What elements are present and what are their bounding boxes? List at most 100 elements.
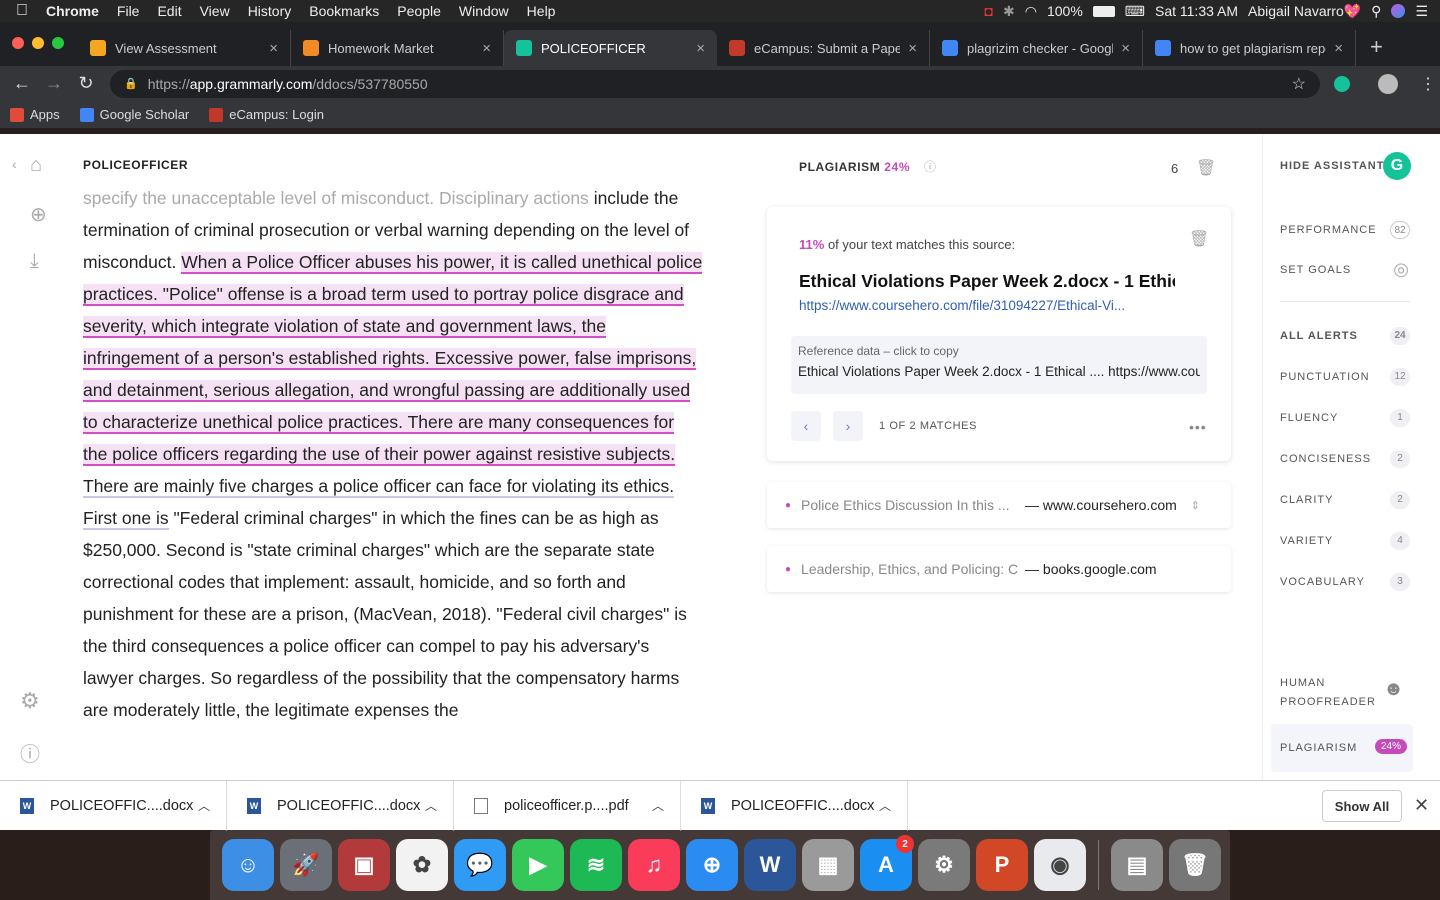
more-options-icon[interactable]: ••• (1189, 419, 1207, 435)
help-icon[interactable]: ⓘ (20, 738, 40, 767)
chevron-up-icon[interactable]: ︿ (652, 797, 664, 814)
dock-photos-icon[interactable]: ✿ (396, 839, 448, 891)
chrome-menu-icon[interactable]: ⋮ (1420, 74, 1436, 94)
new-tab-button[interactable]: + (1356, 34, 1383, 66)
mcafee-icon[interactable]: ◘ (985, 3, 993, 19)
source-link[interactable]: https://www.coursehero.com/file/31094227… (799, 298, 1175, 313)
chevron-up-icon[interactable]: ︿ (425, 797, 437, 814)
alert-category-clarity[interactable]: CLARITY 2 (1280, 491, 1410, 509)
next-match-button[interactable]: › (833, 411, 863, 441)
alert-category-conciseness[interactable]: CONCISENESS 2 (1280, 450, 1410, 468)
dock-music-icon[interactable]: ♫ (628, 839, 680, 891)
dock-app-store-icon[interactable]: A2 (860, 835, 914, 891)
dock-powerpoint-icon[interactable]: P (976, 839, 1028, 891)
dock-downloads-icon[interactable]: ▤ (1111, 839, 1163, 891)
download-item[interactable]: policeofficer.p....pdf ︿ (454, 780, 681, 831)
match-card[interactable]: 11% of your text matches this source: 🗑 … (767, 207, 1231, 461)
forward-arrow-icon[interactable]: → (38, 73, 70, 94)
menu-file[interactable]: File (108, 3, 149, 19)
spotlight-icon[interactable]: ⚲ (1371, 3, 1381, 20)
notification-center-icon[interactable]: ☰ (1415, 3, 1428, 20)
plagiarism-item-active[interactable]: PLAGIARISM 24% (1271, 724, 1413, 772)
bookmark-item[interactable]: Google Scholar (70, 107, 200, 122)
hide-assistant-button[interactable]: HIDE ASSISTANT (1280, 160, 1384, 172)
bookmark-item[interactable]: Apps (0, 107, 70, 122)
close-tab-icon[interactable]: × (269, 40, 278, 57)
alert-category-punctuation[interactable]: PUNCTUATION 12 (1280, 368, 1410, 386)
alert-category-vocabulary[interactable]: VOCABULARY 3 (1280, 573, 1410, 591)
dock-word-icon[interactable]: W (744, 839, 796, 891)
dock-calculator-icon[interactable]: ▦ (802, 839, 854, 891)
close-tab-icon[interactable]: × (1121, 40, 1130, 57)
human-proofreader-item[interactable]: HUMAN PROOFREADER (1280, 674, 1390, 712)
document-area[interactable]: POLICEOFFICER specify the unacceptable l… (83, 134, 723, 780)
menu-chrome[interactable]: Chrome (37, 3, 108, 19)
menu-bookmarks[interactable]: Bookmarks (300, 3, 388, 19)
performance-item[interactable]: PERFORMANCE 82 (1280, 221, 1410, 239)
dock-trash-icon[interactable]: 🗑 (1169, 839, 1221, 891)
download-icon[interactable]: ⤓ (30, 250, 39, 273)
expand-collapse-icon[interactable]: ⇕ (1191, 499, 1200, 512)
close-window-button[interactable] (12, 37, 24, 49)
source-item[interactable]: ● Leadership, Ethics, and Policing: Ch..… (767, 546, 1231, 592)
clock[interactable]: Sat 11:33 AM (1155, 3, 1238, 19)
browser-tab[interactable]: plagrizim checker - Googl × (930, 30, 1143, 66)
lock-icon[interactable]: 🔒 (124, 77, 138, 90)
user-name[interactable]: Abigail Navarro💖 (1248, 3, 1361, 20)
dock-photo-booth-icon[interactable]: ▣ (338, 839, 390, 891)
battery-icon[interactable] (1092, 5, 1115, 17)
bluetooth-icon[interactable]: ✱ (1003, 3, 1015, 20)
dock-launchpad-icon[interactable]: 🚀 (280, 839, 332, 891)
menu-window[interactable]: Window (450, 3, 518, 19)
dock-finder-icon[interactable]: ☺ (222, 839, 274, 891)
settings-gear-icon[interactable]: ⚙ (20, 688, 40, 714)
address-bar[interactable]: 🔒 https://app.grammarly.com/ddocs/537780… (110, 69, 1320, 98)
menu-help[interactable]: Help (518, 3, 565, 19)
grammarly-logo-icon[interactable]: G (1383, 152, 1411, 180)
alert-category-variety[interactable]: VARIETY 4 (1280, 532, 1410, 550)
browser-tab[interactable]: Homework Market × (291, 30, 504, 66)
close-tab-icon[interactable]: × (1334, 40, 1343, 57)
person-check-icon[interactable]: ☻ (1383, 678, 1404, 701)
dock-facetime-icon[interactable]: ▶ (512, 839, 564, 891)
browser-tab[interactable]: POLICEOFFICER × (504, 30, 717, 66)
dock-system-preferences-icon[interactable]: ⚙ (918, 839, 970, 891)
wifi-icon[interactable]: ◠ (1025, 3, 1037, 20)
back-chevron-icon[interactable]: ‹ (12, 156, 17, 172)
zoom-window-button[interactable] (52, 37, 64, 49)
dismiss-trash-icon[interactable]: 🗑 (1189, 229, 1209, 249)
grammarly-extension-icon[interactable] (1334, 75, 1350, 92)
download-item[interactable]: W POLICEOFFIC....docx ︿ (681, 780, 908, 831)
alert-category-fluency[interactable]: FLUENCY 1 (1280, 409, 1410, 427)
dock-chrome-icon[interactable]: ◉ (1034, 839, 1086, 891)
show-all-button[interactable]: Show All (1322, 790, 1402, 822)
download-item[interactable]: W POLICEOFFIC....docx ︿ (0, 780, 227, 831)
info-icon[interactable]: ⓘ (924, 160, 937, 174)
source-item[interactable]: ● Police Ethics Discussion In this ... —… (767, 482, 1231, 528)
back-arrow-icon[interactable]: ← (6, 73, 38, 94)
document-text[interactable]: specify the unacceptable level of miscon… (83, 182, 703, 726)
reference-data-box[interactable]: Reference data – click to copy Ethical V… (791, 336, 1207, 394)
download-item[interactable]: W POLICEOFFIC....docx ︿ (227, 780, 454, 831)
reload-icon[interactable]: ↻ (70, 73, 102, 94)
trash-icon[interactable]: 🗑 (1196, 160, 1216, 177)
close-tab-icon[interactable]: × (696, 40, 705, 57)
input-menu-icon[interactable]: ⌨ (1125, 3, 1145, 20)
menu-view[interactable]: View (191, 3, 239, 19)
previous-match-button[interactable]: ‹ (791, 411, 821, 441)
dock-messages-icon[interactable]: 💬 (454, 839, 506, 891)
set-goals-item[interactable]: SET GOALS ◎ (1280, 259, 1410, 279)
profile-avatar[interactable] (1378, 73, 1398, 94)
browser-tab[interactable]: View Assessment × (78, 30, 291, 66)
menu-history[interactable]: History (239, 3, 301, 19)
chevron-up-icon[interactable]: ︿ (198, 797, 210, 814)
menu-people[interactable]: People (388, 3, 450, 19)
close-tab-icon[interactable]: × (908, 40, 917, 57)
inbox-icon[interactable]: ⌂ (30, 154, 42, 177)
chevron-up-icon[interactable]: ︿ (879, 797, 891, 814)
apple-menu-icon[interactable]:  (0, 2, 37, 20)
add-icon[interactable]: ⊕ (30, 202, 47, 227)
bookmark-star-icon[interactable]: ☆ (1292, 74, 1306, 94)
close-shelf-icon[interactable]: ✕ (1414, 795, 1429, 816)
plagiarism-highlight[interactable]: When a Police Officer abuses his power, … (83, 252, 703, 466)
